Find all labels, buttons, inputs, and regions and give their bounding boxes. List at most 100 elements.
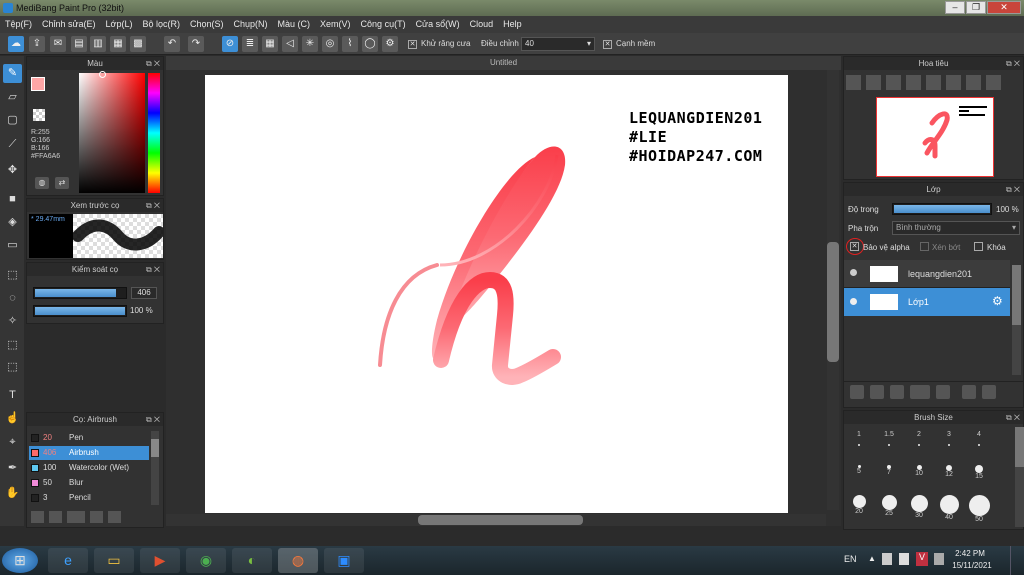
layers-scrollbar[interactable]	[1012, 265, 1021, 375]
eraser-tool-icon[interactable]: ▱	[3, 88, 22, 107]
adjust-input[interactable]: 40 ▾	[521, 37, 595, 51]
menu-item[interactable]: Cửa sổ(W)	[411, 16, 465, 33]
media-player-icon[interactable]: ▶	[140, 548, 180, 573]
layer-menu-icon[interactable]	[910, 385, 930, 399]
zoom-out-icon[interactable]	[866, 75, 881, 90]
cross-snap-icon[interactable]: ▦	[262, 36, 278, 52]
brush-size-cell[interactable]: 5	[844, 461, 874, 493]
menu-item[interactable]: Chụp(N)	[229, 16, 273, 33]
brush-size-cell[interactable]: 12	[934, 461, 964, 493]
layer-visibility-icon[interactable]	[850, 269, 857, 276]
clipping-checkbox[interactable]	[920, 242, 929, 251]
rectangle-tool-icon[interactable]: ▢	[3, 111, 22, 130]
menu-item[interactable]: Help	[498, 16, 527, 33]
new-layer-icon[interactable]	[850, 385, 864, 399]
layer-settings-icon[interactable]: ⚙	[992, 294, 1003, 308]
hand-tool-icon[interactable]: ✋	[3, 484, 22, 503]
page-icon[interactable]: ▥	[90, 36, 106, 52]
eyedropper-icon[interactable]: ✒	[3, 459, 22, 478]
zoom-in-icon[interactable]	[846, 75, 861, 90]
select-pen-icon[interactable]: ⬚	[3, 336, 22, 355]
actual-size-icon[interactable]	[906, 75, 921, 90]
sv-picker-cursor[interactable]	[99, 71, 106, 78]
brush-list-item[interactable]: 406 Airbrush	[29, 446, 149, 460]
bucket-tool-icon[interactable]: ◈	[3, 213, 22, 232]
document-icon[interactable]: ▤	[71, 36, 87, 52]
brush-size-cell[interactable]: 1.5	[874, 429, 904, 461]
snap-off-icon[interactable]: ⊘	[222, 36, 238, 52]
share-icon[interactable]: ⇪	[29, 36, 45, 52]
vanish-snap-icon[interactable]: ◁	[282, 36, 298, 52]
brush-size-cell[interactable]: 50	[964, 493, 994, 525]
brush-size-slider[interactable]	[33, 287, 127, 299]
palette-icon[interactable]: ◍	[35, 177, 49, 189]
layer-row[interactable]: lequangdien201	[844, 260, 1010, 288]
brush-list-scrollbar[interactable]	[151, 431, 159, 505]
lasso-tool-icon[interactable]: ◌	[3, 289, 22, 308]
minimize-button[interactable]: –	[945, 1, 965, 14]
cloud-icon[interactable]: ☁	[8, 36, 24, 52]
horizontal-scrollbar[interactable]	[166, 514, 826, 526]
grid-icon[interactable]: ▩	[130, 36, 146, 52]
saturation-value-picker[interactable]	[79, 73, 145, 193]
brush-size-cell[interactable]: 7	[874, 461, 904, 493]
brush-size-cell[interactable]: 30	[904, 493, 934, 525]
parallel-snap-icon[interactable]: ≣	[242, 36, 258, 52]
browser-ie-icon[interactable]: e	[48, 548, 88, 573]
layer-folder-icon[interactable]	[936, 385, 950, 399]
close-button[interactable]: ✕	[987, 1, 1021, 14]
primary-color-swatch[interactable]	[31, 77, 45, 91]
zoom-app-icon[interactable]: ▣	[324, 548, 364, 573]
curve-snap-icon[interactable]: ⌇	[342, 36, 358, 52]
ellipse-snap-icon[interactable]: ◯	[362, 36, 378, 52]
menu-item[interactable]: Xem(V)	[315, 16, 356, 33]
soft-edge-checkbox[interactable]: ✕	[603, 40, 612, 49]
document-canvas[interactable]: LEQUANGDIEN201 #LIE #HOIDAP247.COM	[205, 75, 788, 513]
maximize-button[interactable]: ❐	[966, 1, 986, 14]
settings-icon[interactable]: ⚙	[382, 36, 398, 52]
antialias-checkbox[interactable]: ✕	[408, 40, 417, 49]
start-button-icon[interactable]: ⊞	[2, 548, 38, 573]
chrome-icon[interactable]: ◉	[186, 548, 226, 573]
gradient-tool-icon[interactable]: ▭	[3, 236, 22, 255]
menu-item[interactable]: Màu (C)	[273, 16, 316, 33]
brush-list-item[interactable]: 3 Pencil	[29, 491, 149, 505]
redo-icon[interactable]: ↷	[188, 36, 204, 52]
brush-size-cell[interactable]: 15	[964, 461, 994, 493]
layer-row-selected[interactable]: Lớp1 ⚙	[844, 288, 1010, 316]
blend-mode-select[interactable]: Bình thường ▾	[892, 221, 1020, 235]
operation-tool-icon[interactable]: ☝	[3, 409, 22, 428]
reset-view-icon[interactable]	[986, 75, 1001, 90]
brush-size-value[interactable]: 406	[131, 287, 157, 299]
dropper-tool-icon[interactable]: ⌖	[3, 433, 22, 452]
comment-icon[interactable]: ✉	[50, 36, 66, 52]
cc-cleaner-icon[interactable]: ◐	[232, 548, 272, 573]
menu-item[interactable]: Công cụ(T)	[356, 16, 411, 33]
rotate-left-icon[interactable]	[926, 75, 941, 90]
canvas-tab[interactable]: Untitled	[166, 56, 841, 70]
new-brush-icon[interactable]	[49, 511, 62, 523]
medibang-icon[interactable]: ◍	[278, 548, 318, 573]
navigator-thumbnail[interactable]	[876, 97, 994, 177]
brush-tool-icon[interactable]: ✎	[3, 64, 22, 83]
brush-size-cell[interactable]: 25	[874, 493, 904, 525]
brush-size-cell[interactable]: 3	[934, 429, 964, 461]
lock-checkbox[interactable]	[974, 242, 983, 251]
brush-size-scrollbar[interactable]	[1015, 427, 1024, 527]
brush-copy-icon[interactable]	[90, 511, 103, 523]
brush-folder-icon[interactable]	[108, 511, 121, 523]
vertical-scrollbar[interactable]	[827, 70, 839, 510]
brush-list-item[interactable]: 50 Blur	[29, 476, 149, 490]
move-tool-icon[interactable]: ✥	[3, 161, 22, 180]
add-brush-icon[interactable]	[31, 511, 44, 523]
brush-size-cell[interactable]: 1	[844, 429, 874, 461]
clock-date[interactable]: 15/11/2021	[950, 561, 994, 570]
menu-item[interactable]: Bộ lọc(R)	[137, 16, 185, 33]
duplicate-layer-icon[interactable]	[962, 385, 976, 399]
tray-flag-icon[interactable]	[899, 553, 909, 565]
line-tool-icon[interactable]: ⟋	[3, 135, 22, 154]
select-eraser-icon[interactable]: ⬚	[3, 358, 22, 377]
network-icon[interactable]	[934, 553, 944, 565]
menu-item[interactable]: Chỉnh sửa(E)	[37, 16, 101, 33]
brush-size-cell[interactable]: 4	[964, 429, 994, 461]
